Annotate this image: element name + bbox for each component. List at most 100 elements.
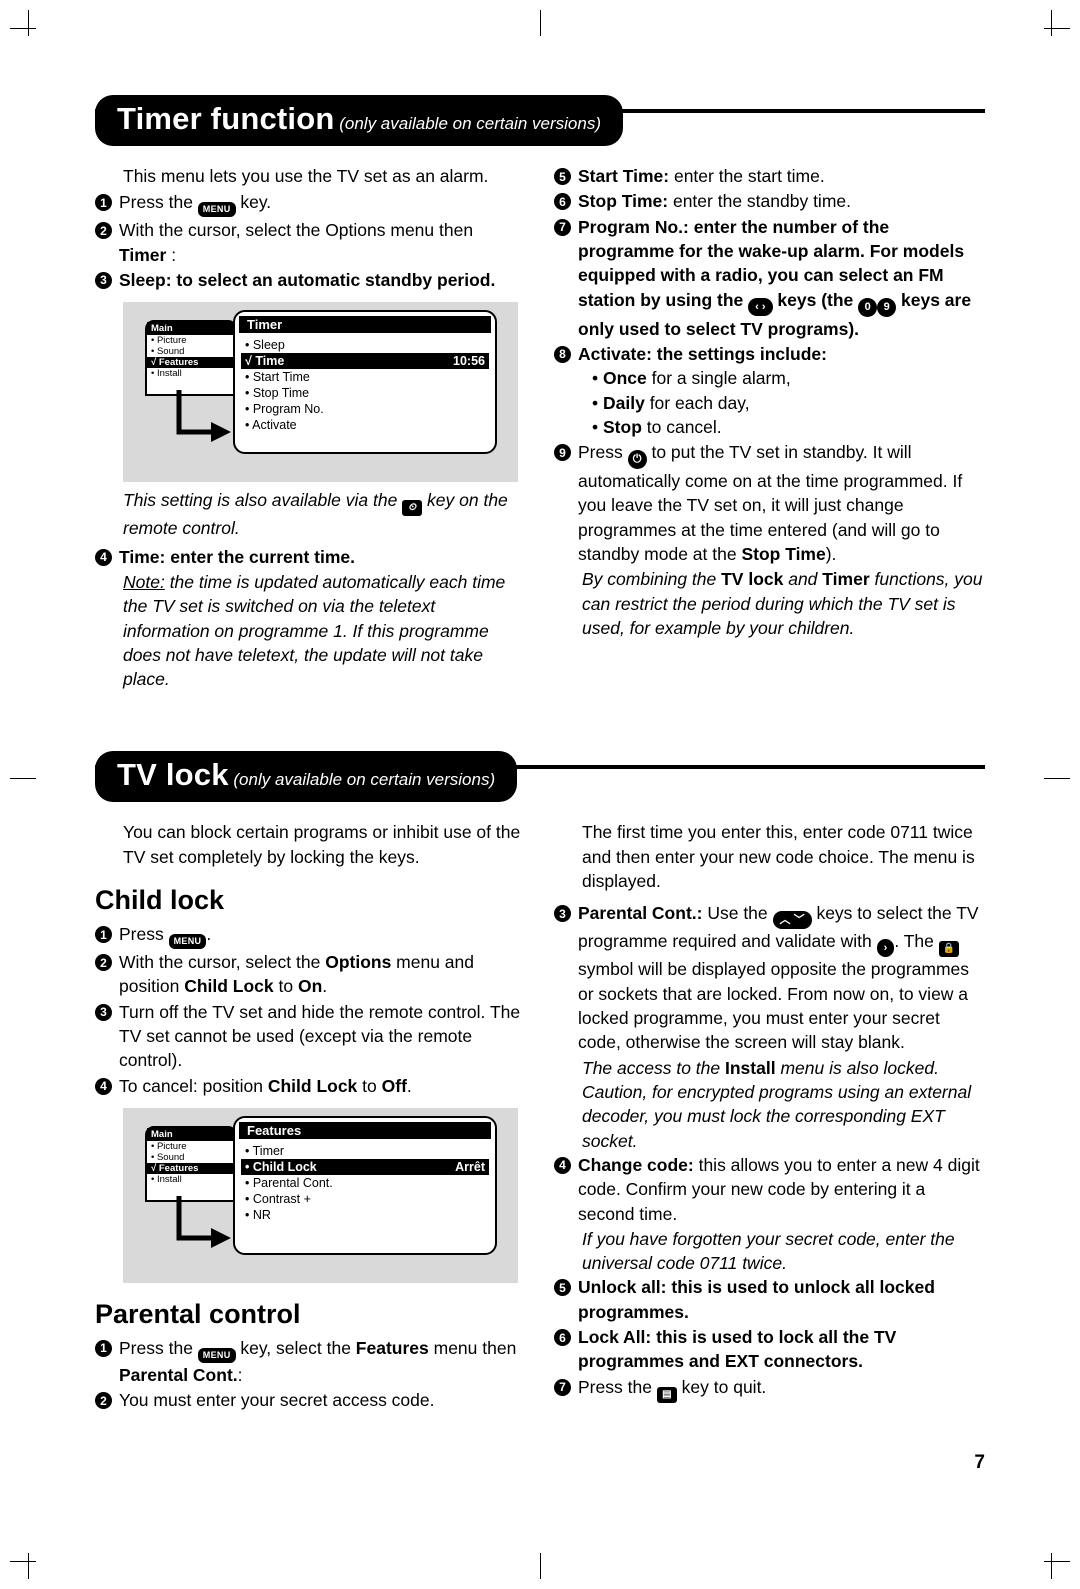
step-text: Time: enter the current time. [119,545,526,569]
step-text-post: key. [235,192,272,213]
activate-option-once: • Once for a single alarm, [592,368,791,389]
osd-row-label: • Child Lock [245,1159,317,1174]
t-a: To cancel: position [119,1075,268,1096]
t-c: . The [894,931,939,952]
timer-note: Note: the time is updated automatically … [123,570,526,692]
page-number: 7 [974,1452,985,1473]
timer-step-8: 8 Activate: the settings include: • Once… [554,342,985,439]
osd-features-row: • Timer [245,1143,285,1158]
step-number: 5 [554,1279,571,1297]
step-number: 7 [554,1378,571,1396]
crop-mark [28,1553,29,1579]
banner-title: TV lock [117,757,229,793]
osd-features-row: • Parental Cont. [245,1175,333,1190]
osd-main-row: • Sound [151,346,185,358]
tvlock-step-4: 4 Change code: this allows you to enter … [554,1153,985,1226]
time-rest: enter the current time. [165,546,355,567]
step-number: 6 [554,193,571,211]
step-number: 2 [95,954,112,972]
osd-main-row: • Sound [151,1151,185,1163]
osd-timer-row: • Stop Time [245,386,310,401]
childlock-step-1: 1 Press MENU. [95,922,526,950]
option-rest: to cancel. [641,416,722,437]
right-key-icon: › [876,939,895,958]
osd-features-menu: Features • Timer • Child Lock Arrêt • Par… [233,1115,497,1255]
note-label: Note: [123,571,165,592]
press-pre: Press [119,924,169,945]
option-label: Once [603,368,647,389]
menu-key-icon: MENU [168,934,207,950]
banner-tvlock: TV lock (only available on certain versi… [95,751,518,803]
lock-all-label: Lock All: [578,1327,652,1348]
standby-key-icon: ⏻ [627,450,647,470]
t-a: With the cursor, select the [119,952,326,973]
tv-lock-bold: TV lock [721,569,784,590]
step-number: 1 [95,926,112,944]
osd-timer-row: • Sleep [245,338,285,353]
tvlock-columns: You can block certain programs or inhibi… [95,820,985,1413]
step-number: 6 [554,1329,571,1347]
timer-step-2: 2 With the cursor, select the Options me… [95,218,526,267]
timer-colon: : [166,244,177,265]
left-right-keys-icon: ‹ › [748,297,773,316]
stop-time-bold: Stop Time [741,544,826,565]
tvlock-intro: You can block certain programs or inhibi… [123,822,521,867]
sleep-key-icon: ⏲ [402,500,423,517]
osd-row-value: 10:56 [453,354,485,369]
start-time-rest: enter the start time. [669,166,825,186]
manual-page: Timer function (only available on certai… [0,0,1080,1589]
step-text: Parental Cont.: Use the ︿ ﹀ keys to sele… [578,901,985,1054]
t-c: . [406,1075,412,1096]
tvlock-step-7: 7 Press the ▤ key to quit. [554,1375,985,1403]
osd-main-row-selected: √ Features [147,1162,235,1174]
step-text: Change code: this allows you to enter a … [578,1153,985,1226]
crop-mark [28,10,29,36]
parental-cont-label: Parental Cont.: [578,903,703,924]
osd-timer-row-selected: √ Time 10:56 [241,353,489,370]
exit-key-icon: ▤ [656,1386,677,1403]
step-number: 3 [95,271,112,289]
change-code-label: Change code: [578,1154,694,1175]
t-d: symbol will be displayed opposite the pr… [578,959,970,1053]
banner-subtitle: (only available on certain versions) [334,114,601,133]
crop-mark [10,778,36,779]
digit-9-key-icon: 9 [877,297,897,317]
step-number: 5 [554,168,571,185]
quit-pre: Press the [578,1376,657,1397]
option-rest: for a single alarm, [646,368,791,389]
timer-step-9: 9 Press ⏻ to put the TV set in standby. … [554,440,985,566]
osd-row-value: Arrêt [455,1159,485,1174]
menu-key-icon: MENU [197,1347,236,1363]
program-no-rest-b: keys (the [772,289,859,310]
osd-main-row: • Picture [151,1140,187,1152]
step-text: Press ⏻ to put the TV set in standby. It… [578,440,985,566]
step-text: Start Time: enter the start time. [578,164,985,188]
step-text: You must enter your secret access code. [119,1390,435,1411]
timer-step-7: 7 Program No.: enter the number of the p… [554,215,985,341]
timer-right-column: 5 Start Time: enter the start time. 6 St… [554,164,985,691]
osd-timer-header: Timer [239,316,491,334]
osd-main-header: Main [147,1127,235,1141]
osd-main-row-selected: √ Features [147,357,235,369]
tvlock-forgot-note: If you have forgotten your secret code, … [582,1228,955,1274]
step-text: Lock All: this is used to lock all the T… [578,1325,985,1374]
t-b: key, select the [235,1337,356,1358]
osd-features-row-selected: • Child Lock Arrêt [241,1158,489,1175]
t-a: Press the [119,1337,198,1358]
t-a: The access to the [582,1057,725,1078]
osd-main-row: • Picture [151,335,187,347]
step-number: 2 [95,222,112,240]
timer-intro: This menu lets you use the TV set as an … [123,166,489,186]
banner-subtitle: (only available on certain versions) [228,770,496,790]
osd-main-header: Main [147,322,235,336]
standby-post-b: ). [825,544,837,565]
timer-left-column: This menu lets you use the TV set as an … [95,164,526,691]
step-number: 3 [95,1003,112,1021]
timer-closing-note: By combining the TV lock and Timer funct… [582,567,985,640]
timer-step-6: 6 Stop Time: enter the standby time. [554,189,985,213]
osd-features-row: • NR [245,1207,271,1222]
install-bold: Install [725,1057,776,1078]
crop-mark [1044,1561,1070,1562]
crop-mark [10,1561,36,1562]
parental-control-heading: Parental control [95,1298,301,1329]
